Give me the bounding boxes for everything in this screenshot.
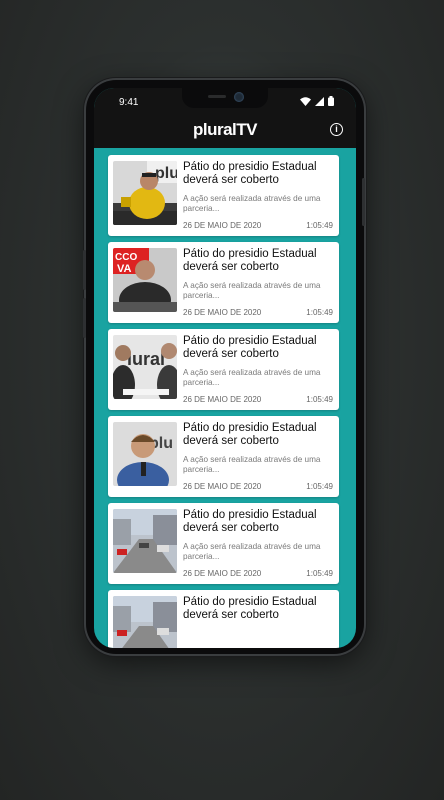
notch [182, 88, 268, 108]
camera-icon [234, 92, 244, 102]
video-description: A ação será realizada através de uma par… [183, 194, 321, 213]
video-description: A ação será realizada através de uma par… [183, 542, 321, 561]
video-duration: 1:05:49 [306, 221, 333, 230]
video-card[interactable]: lural Pátio do presidio Estadual deverá … [108, 329, 339, 410]
speaker-icon [208, 95, 226, 98]
phone-screen: 9:41 pluralTV i plu Pátio do presidio Es… [94, 88, 356, 648]
video-thumbnail: plu [113, 422, 177, 486]
video-thumbnail: CCO VA [113, 248, 177, 312]
video-date: 26 DE MAIO DE 2020 [183, 308, 262, 317]
video-duration: 1:05:49 [306, 569, 333, 578]
video-title: Pátio do presidio Estadual deverá ser co… [183, 422, 317, 447]
video-duration: 1:05:49 [306, 482, 333, 491]
power-button [362, 178, 365, 226]
status-time: 9:41 [119, 97, 139, 108]
video-duration: 1:05:49 [306, 395, 333, 404]
signal-icon [315, 96, 324, 106]
video-card[interactable]: Pátio do presidio Estadual deverá ser co… [108, 503, 339, 584]
video-title: Pátio do presidio Estadual deverá ser co… [183, 596, 317, 621]
svg-text:VA: VA [117, 263, 132, 275]
battery-icon [328, 96, 334, 106]
video-description: A ação será realizada através de uma par… [183, 368, 321, 387]
video-date: 26 DE MAIO DE 2020 [183, 221, 262, 230]
video-card[interactable]: plu Pátio do presidio Estadual deverá se… [108, 416, 339, 497]
app-bar: pluralTV i [94, 116, 356, 148]
video-card[interactable]: plu Pátio do presidio Estadual deverá se… [108, 155, 339, 236]
video-title: Pátio do presidio Estadual deverá ser co… [183, 248, 317, 273]
video-thumbnail [113, 596, 177, 648]
volume-up-button [83, 250, 86, 290]
video-description: A ação será realizada através de uma par… [183, 281, 321, 300]
system-icons [300, 96, 334, 106]
video-date: 26 DE MAIO DE 2020 [183, 482, 262, 491]
video-description: A ação será realizada através de uma par… [183, 455, 321, 474]
video-duration: 1:05:49 [306, 308, 333, 317]
volume-down-button [83, 298, 86, 338]
app-logo: pluralTV [192, 120, 258, 139]
video-thumbnail [113, 509, 177, 573]
svg-text:lural: lural [127, 349, 165, 369]
svg-text:plu: plu [155, 165, 177, 182]
video-date: 26 DE MAIO DE 2020 [183, 395, 262, 404]
video-thumbnail: lural [113, 335, 177, 399]
video-title: Pátio do presidio Estadual deverá ser co… [183, 509, 317, 534]
video-card[interactable]: Pátio do presidio Estadual deverá ser co… [108, 590, 339, 648]
video-card[interactable]: CCO VA Pátio do presidio Estadual deverá… [108, 242, 339, 323]
status-bar: 9:41 [94, 88, 356, 116]
video-title: Pátio do presidio Estadual deverá ser co… [183, 335, 317, 360]
wifi-icon [300, 96, 311, 106]
video-title: Pátio do presidio Estadual deverá ser co… [183, 161, 317, 186]
svg-text:CCO: CCO [115, 252, 137, 263]
video-date: 26 DE MAIO DE 2020 [183, 569, 262, 578]
info-icon[interactable]: i [330, 123, 343, 136]
video-thumbnail: plu [113, 161, 177, 225]
